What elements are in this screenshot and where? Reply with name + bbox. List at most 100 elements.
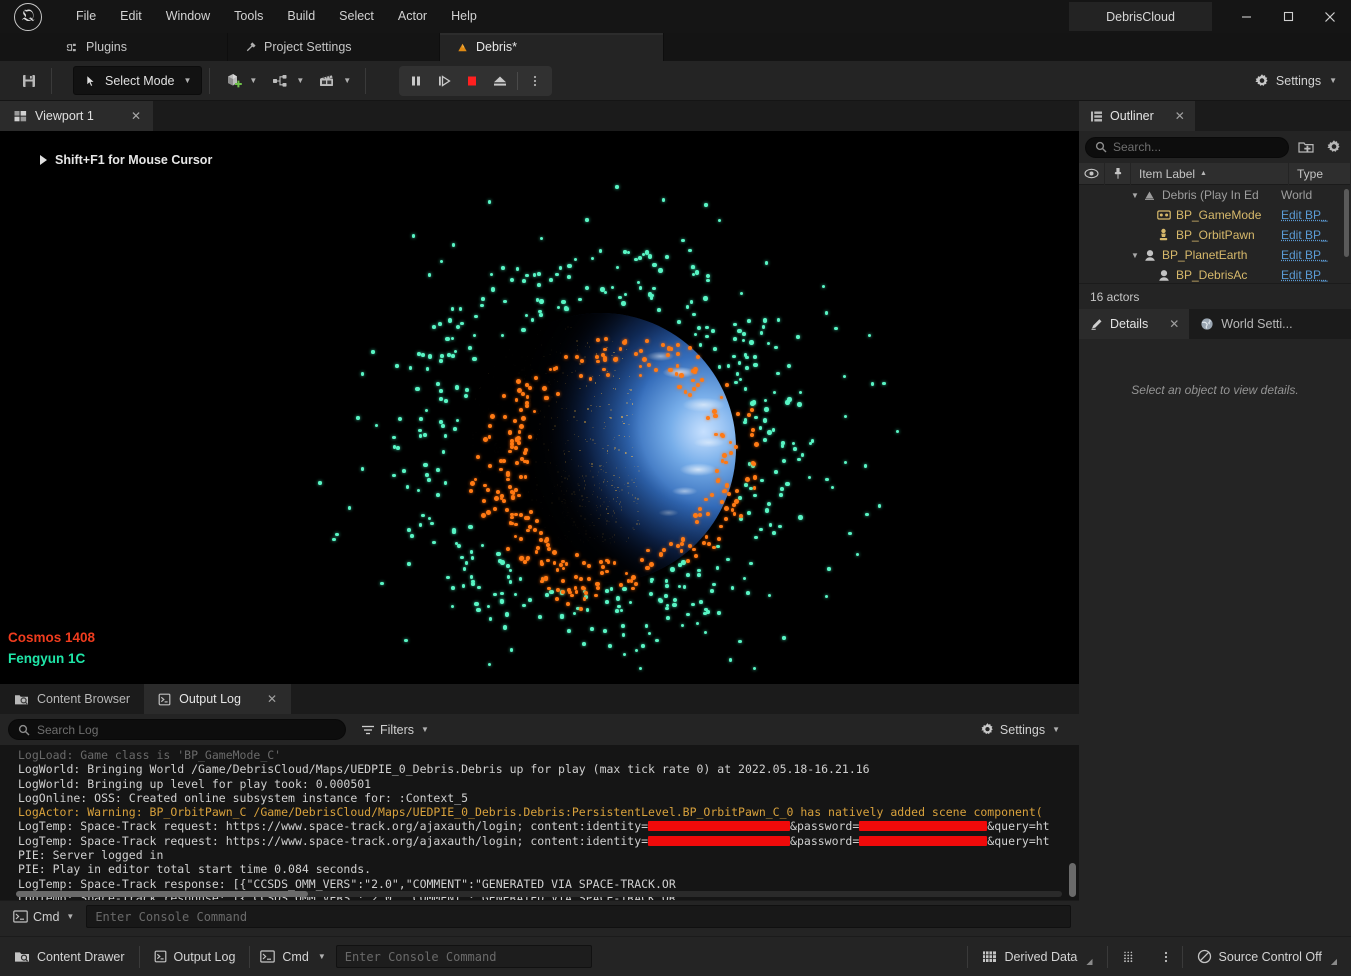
menu-build[interactable]: Build (275, 0, 327, 33)
outliner-row[interactable]: ▼ BP_PlanetEarth Edit BP_ (1079, 245, 1351, 265)
minimize-button[interactable] (1225, 0, 1267, 33)
column-visibility[interactable] (1079, 163, 1105, 185)
debris-dot-cosmos-1408 (505, 508, 509, 512)
toolbar-settings-button[interactable]: Settings ▼ (1254, 73, 1337, 89)
log-console-input-wrapper[interactable] (86, 905, 1071, 928)
select-mode-dropdown[interactable]: Select Mode ▼ (73, 66, 202, 95)
log-horizontal-scrollbar-thumb[interactable] (16, 891, 308, 897)
debris-dot-fengyun-1c (827, 567, 830, 570)
pause-button[interactable] (402, 68, 430, 94)
save-button[interactable] (14, 67, 44, 95)
close-button[interactable] (1309, 0, 1351, 33)
menu-tools[interactable]: Tools (222, 0, 275, 33)
tab-outliner[interactable]: Outliner ✕ (1079, 101, 1195, 131)
status-output-log-button[interactable]: Output Log (140, 937, 250, 976)
menu-edit[interactable]: Edit (108, 0, 154, 33)
outliner-row[interactable]: BP_DebrisAc Edit BP_ (1079, 265, 1351, 283)
maximize-button[interactable] (1267, 0, 1309, 33)
blueprints-button[interactable]: ▼ (264, 67, 311, 95)
close-icon[interactable]: ✕ (131, 109, 141, 123)
menu-actor[interactable]: Actor (386, 0, 439, 33)
tab-details[interactable]: Details ✕ (1079, 309, 1189, 339)
chevron-down-icon: ▼ (296, 76, 304, 85)
outliner-row[interactable]: BP_GameMode Edit BP_ (1079, 205, 1351, 225)
outliner-search-box[interactable] (1085, 137, 1289, 158)
frame-step-button[interactable] (430, 68, 458, 94)
tab-content-browser[interactable]: Content Browser (0, 684, 144, 714)
menu-select[interactable]: Select (327, 0, 386, 33)
debris-dot-fengyun-1c (536, 298, 540, 302)
expand-arrow-open-icon[interactable]: ▼ (1129, 251, 1141, 260)
debris-dot-fengyun-1c (659, 599, 663, 603)
unreal-logo-icon[interactable]: 𝔔 (0, 0, 56, 33)
close-icon[interactable]: ✕ (1169, 317, 1179, 331)
outliner-row-type[interactable]: Edit BP_ (1281, 208, 1343, 222)
stop-button[interactable] (458, 68, 486, 94)
debris-dot-fengyun-1c (624, 293, 628, 297)
column-pin[interactable] (1105, 163, 1131, 185)
outliner-row-type[interactable]: Edit BP_ (1281, 248, 1343, 262)
debris-dot-fengyun-1c (487, 605, 491, 609)
log-console-input[interactable] (95, 910, 1062, 924)
log-search-box[interactable] (8, 719, 346, 740)
outliner-row-type[interactable]: Edit BP_ (1281, 228, 1343, 242)
expand-arrow-open-icon[interactable]: ▼ (1129, 191, 1141, 200)
debris-dot-cosmos-1408 (546, 559, 550, 563)
log-output-area[interactable]: LogLoad: Game class is 'BP_GameMode_C' Lo… (0, 745, 1079, 900)
source-control-label: Source Control Off (1219, 950, 1322, 964)
outliner-search-input[interactable] (1113, 140, 1279, 154)
log-filters-button[interactable]: Filters ▼ (356, 720, 434, 740)
viewport-stage[interactable]: Shift+F1 for Mouse Cursor Cosmos 1408 Fe… (0, 131, 1079, 684)
new-folder-icon[interactable] (1295, 136, 1317, 158)
log-cmd-dropdown[interactable]: Cmd ▼ (8, 907, 79, 927)
outliner-row-type[interactable]: Edit BP_ (1281, 268, 1343, 282)
debris-dot-fengyun-1c (559, 266, 562, 269)
tab-output-log[interactable]: Output Log ✕ (144, 684, 291, 714)
debris-dot-fengyun-1c (705, 326, 709, 330)
status-console-input[interactable] (345, 950, 583, 964)
derived-data-button[interactable]: Derived Data ◢ (968, 937, 1106, 976)
debris-dot-fengyun-1c (825, 595, 828, 598)
close-icon[interactable]: ✕ (1175, 109, 1185, 123)
outliner-tree[interactable]: ▼ Debris (Play In Ed World BP_GameMode Edit … (1079, 185, 1351, 283)
tab-world-settings[interactable]: World Setti... (1189, 309, 1302, 339)
menu-help[interactable]: Help (439, 0, 489, 33)
menu-file[interactable]: File (64, 0, 108, 33)
add-actor-button[interactable]: ▼ (217, 67, 264, 95)
debris-dot-fengyun-1c (740, 292, 743, 295)
close-icon[interactable]: ✕ (267, 692, 277, 706)
debris-dot-cosmos-1408 (488, 424, 492, 428)
cinematics-button[interactable]: ▼ (311, 67, 358, 95)
status-cmd-dropdown[interactable]: Cmd ▼ (250, 937, 335, 976)
log-settings-button[interactable]: Settings ▼ (975, 719, 1065, 740)
outliner-row[interactable]: ▼ Debris (Play In Ed World (1079, 185, 1351, 205)
log-horizontal-scrollbar-track[interactable] (16, 891, 1062, 897)
debris-dot-cosmos-1408 (733, 512, 737, 516)
debris-dot-fengyun-1c (531, 318, 535, 322)
tab-project-settings[interactable]: Project Settings (228, 33, 440, 61)
tab-debris-level[interactable]: Debris* (440, 33, 664, 61)
log-search-input[interactable] (37, 723, 336, 737)
status-console-input-wrapper[interactable] (336, 945, 592, 968)
source-control-button[interactable]: Source Control Off ◢ (1183, 937, 1351, 976)
debris-dot-fengyun-1c (439, 397, 443, 401)
log-vertical-scrollbar[interactable] (1069, 863, 1076, 897)
debris-dot-fengyun-1c (716, 566, 720, 570)
outliner-row-label: BP_OrbitPawn (1172, 228, 1255, 242)
debris-dot-cosmos-1408 (736, 412, 740, 416)
debris-dot-fengyun-1c (452, 528, 456, 532)
tab-plugins[interactable]: Plugins (0, 33, 228, 61)
outliner-settings-gear-icon[interactable] (1323, 136, 1345, 158)
column-type[interactable]: Type (1289, 163, 1351, 185)
content-drawer-button[interactable]: Content Drawer (0, 937, 139, 976)
eject-button[interactable] (486, 68, 514, 94)
tab-viewport-1[interactable]: Viewport 1 ✕ (0, 101, 153, 131)
status-more-options-button[interactable] (1150, 937, 1182, 976)
grid-button[interactable] (1108, 937, 1150, 976)
outliner-row[interactable]: BP_OrbitPawn Edit BP_ (1079, 225, 1351, 245)
debris-dot-fengyun-1c (677, 320, 681, 324)
column-item-label[interactable]: Item Label ▲ (1131, 163, 1289, 185)
play-options-button[interactable] (521, 68, 549, 94)
menu-window[interactable]: Window (154, 0, 222, 33)
debris-dot-cosmos-1408 (594, 594, 598, 598)
